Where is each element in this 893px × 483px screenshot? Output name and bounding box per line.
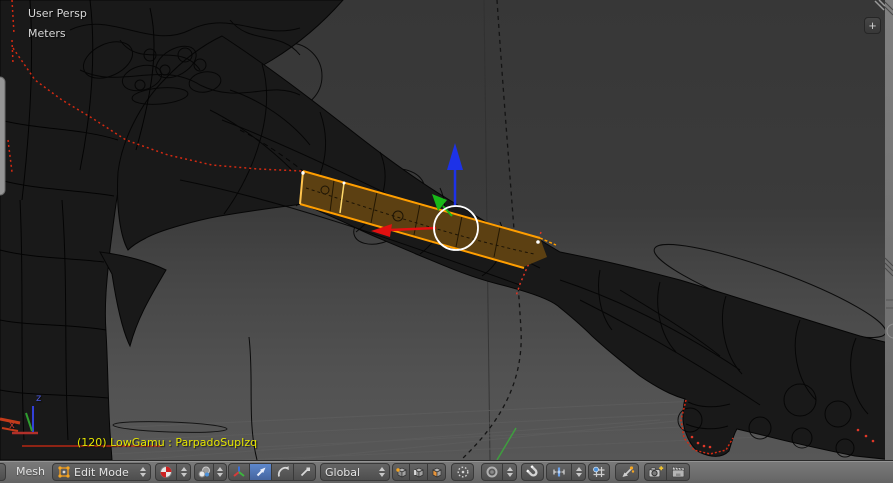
- vertex-select-button[interactable]: [392, 463, 410, 481]
- blender-window: User Persp Meters (120) LowGamu : Parpad…: [0, 0, 893, 483]
- manipulate-centers-button[interactable]: [615, 463, 639, 481]
- view-name-label: User Persp: [28, 7, 87, 20]
- mode-selector-value: Edit Mode: [74, 466, 129, 479]
- editor-type-button-partial[interactable]: [0, 463, 6, 481]
- axis-x-label: x: [9, 420, 15, 431]
- proportional-edit-selector[interactable]: [481, 463, 517, 481]
- axis-tripod-icon: [232, 465, 246, 479]
- pivot-median-icon: [197, 465, 211, 479]
- magnet-icon: [526, 465, 540, 479]
- orientation-selector[interactable]: Global: [320, 463, 390, 481]
- cube-face-icon: [430, 465, 443, 479]
- selected-vertex[interactable]: [536, 240, 540, 244]
- snap-target-icon: [592, 465, 606, 479]
- manipulator-toggle-group: [228, 463, 316, 481]
- rotate-arc-icon: [276, 465, 290, 479]
- snap-increment-icon: [552, 465, 566, 479]
- selected-vertex[interactable]: [301, 171, 304, 174]
- manipulator-rotate-button[interactable]: [272, 463, 294, 481]
- scale-icon: [298, 465, 312, 479]
- selected-vertex[interactable]: [343, 182, 346, 185]
- edge-select-button[interactable]: [410, 463, 428, 481]
- snap-target-button[interactable]: [588, 463, 610, 481]
- shading-sphere-icon: [159, 465, 173, 479]
- opengl-render-anim-button[interactable]: [667, 463, 690, 481]
- toolshelf-tab[interactable]: [0, 77, 5, 195]
- viewport-3d[interactable]: User Persp Meters (120) LowGamu : Parpad…: [0, 0, 893, 460]
- manipulator-scale-button[interactable]: [294, 463, 316, 481]
- camera-plus-icon: [648, 465, 664, 479]
- viewport-header: Mesh Edit Mode: [0, 460, 893, 483]
- edit-mode-icon: [57, 465, 71, 479]
- occlude-geometry-button[interactable]: [451, 463, 474, 481]
- orientation-arrows: [377, 467, 387, 477]
- manipulator-translate-button[interactable]: [250, 463, 272, 481]
- opengl-render-group: [644, 463, 690, 481]
- cube-edge-icon: [412, 465, 425, 479]
- select-mode-group: [392, 463, 446, 481]
- dotted-circle-icon: [456, 465, 470, 479]
- mesh-menu[interactable]: Mesh: [16, 465, 45, 478]
- face-select-button[interactable]: [428, 463, 446, 481]
- viewport-canvas[interactable]: [0, 0, 893, 460]
- cube-vertex-icon: [395, 465, 407, 479]
- translate-arrow-icon: [254, 465, 268, 479]
- pivot-point-selector[interactable]: [194, 463, 227, 481]
- manipulator-axes-button[interactable]: [228, 463, 250, 481]
- snap-element-selector[interactable]: [546, 463, 586, 481]
- clapperboard-icon: [671, 465, 686, 479]
- viewport-shading-selector[interactable]: [155, 463, 191, 481]
- active-element-label: (120) LowGamu : ParpadoSupIzq: [77, 436, 257, 449]
- unit-label: Meters: [28, 27, 66, 40]
- mode-selector-arrows: [138, 467, 148, 477]
- open-properties-region-button[interactable]: +: [864, 17, 881, 34]
- opengl-render-still-button[interactable]: [644, 463, 667, 481]
- orientation-value: Global: [325, 466, 360, 479]
- adjacent-editor-edge[interactable]: [885, 0, 893, 460]
- axis-z-label: z: [36, 393, 41, 404]
- center-points-icon: [620, 465, 635, 479]
- mode-selector[interactable]: Edit Mode: [52, 463, 151, 481]
- snap-toggle-button[interactable]: [521, 463, 544, 481]
- prop-circle-icon: [485, 465, 499, 479]
